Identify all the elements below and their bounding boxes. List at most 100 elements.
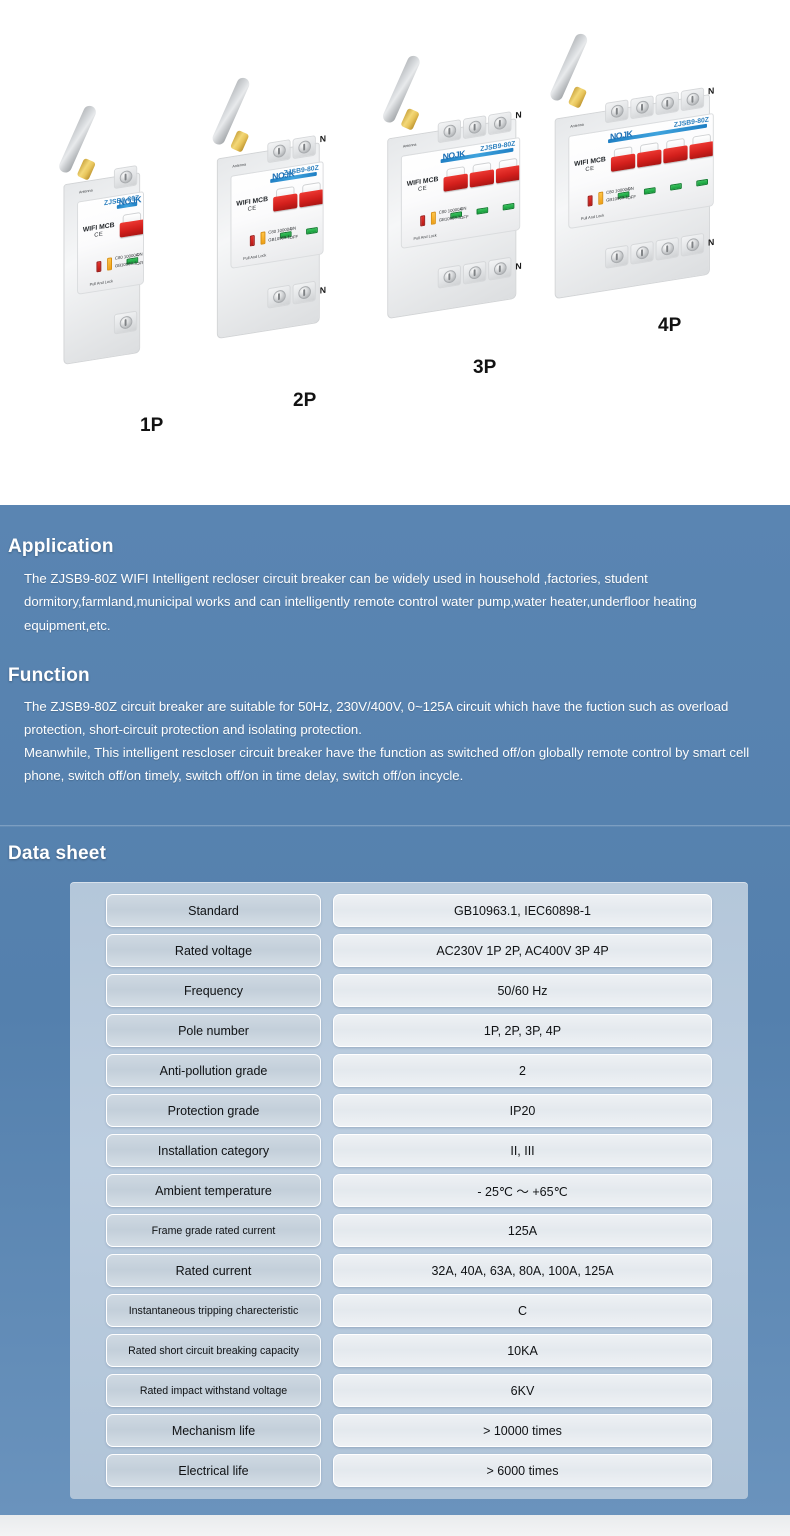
status-led-green [306,226,318,235]
product-showcase: NOJK ZJSB9-80Z WIFI MCB CE C80 10000A GB10963… [0,0,790,505]
toggle-switch[interactable] [469,161,495,204]
status-led-green [643,187,656,195]
reset-button[interactable] [587,195,593,207]
terminal-screw-block [113,310,138,335]
screw-icon [610,249,624,265]
toggle-lever[interactable] [299,189,324,208]
neutral-mark-top: N [515,109,522,121]
toggle-switch[interactable] [298,181,324,224]
terminal-screw-block [630,95,654,120]
test-button[interactable] [598,191,604,205]
toggle-switch[interactable] [636,141,662,184]
toggle-lever[interactable] [119,219,144,238]
reset-button[interactable] [249,235,255,247]
spec-label-cell: Rated voltage [106,934,321,967]
toggle-lever[interactable] [443,173,468,192]
terminal-screw-block [605,244,629,269]
pull-and-lock-label: Pull And Lock [243,252,267,261]
neutral-mark-bottom: N [319,284,327,296]
spec-label-cell: Frame grade rated current [106,1214,321,1247]
breaker-unit-3p: N NOJK ZJSB9-80Z WIFI MCB CE C80 10000A GB1096… [381,53,535,347]
spec-value-cell: > 6000 times [333,1454,712,1487]
spec-value-cell: II, III [333,1134,712,1167]
terminal-screw-block [267,284,291,309]
screw-icon [493,115,507,131]
terminal-screw-block [437,264,462,289]
printed-off-label: OFF [136,259,144,267]
terminal-screw-block [655,91,679,116]
breaker-body: N NOJK ZJSB9-80Z WIFI MCB CE C80 10000A GB1096… [387,108,522,331]
screw-icon [272,289,286,304]
screw-icon [686,237,699,253]
toggle-switch[interactable] [610,146,636,189]
toggle-switch[interactable] [689,133,714,176]
screw-icon [660,241,674,257]
screw-icon [468,265,481,281]
test-button[interactable] [260,231,266,245]
footer-strip [0,1515,790,1536]
toggle-lever[interactable] [689,141,714,160]
table-row: Rated impact withstand voltage 6KV [70,1374,748,1407]
test-button[interactable] [430,211,436,225]
test-button[interactable] [107,257,112,271]
terminal-screw-block [462,115,487,140]
table-row: Anti-pollution grade 2 [70,1054,748,1087]
screw-icon [468,119,481,135]
spec-value-cell: IP20 [333,1094,712,1127]
toggle-switch[interactable] [443,165,469,208]
screw-icon [686,92,699,107]
neutral-mark-top: N [707,85,715,97]
toggle-lever[interactable] [273,193,298,212]
application-body: The ZJSB9-80Z WIFI Intelligent recloser … [24,571,697,633]
terminal-screw-block [292,135,316,160]
spec-label-cell: Electrical life [106,1454,321,1487]
toggle-lever[interactable] [663,145,688,164]
toggle-lever-row[interactable] [443,157,521,208]
pull-and-lock-label: Pull And Lock [89,278,113,287]
toggle-lever[interactable] [637,149,662,168]
pole-label-3p: 3P [473,357,497,378]
spec-label-cell: Rated impact withstand voltage [106,1374,321,1407]
spec-value-cell: 2 [333,1054,712,1087]
toggle-lever[interactable] [469,169,494,188]
toggle-lever[interactable] [610,153,636,172]
datasheet-heading: Data sheet [8,843,107,864]
screw-icon [443,269,456,285]
spec-value-cell: 10KA [333,1334,712,1367]
breaker-body: NOJK ZJSB9-80Z WIFI MCB CE C80 10000A GB10963… [63,162,144,376]
screw-icon [635,245,649,261]
toggle-switch[interactable] [119,211,144,254]
product-datasheet-page: NOJK ZJSB9-80Z WIFI MCB CE C80 10000A GB10963… [0,0,790,1536]
datasheet-table: Standard GB10963.1, IEC60898-1 Rated volta… [70,882,748,1499]
table-row: Rated voltage AC230V 1P 2P, AC400V 3P 4P [70,934,748,967]
reset-button[interactable] [420,215,426,227]
table-row: Pole number 1P, 2P, 3P, 4P [70,1014,748,1047]
spec-value-cell: 1P, 2P, 3P, 4P [333,1014,712,1047]
terminal-screw-block [630,240,654,265]
table-row: Electrical life > 6000 times [70,1454,748,1487]
toggle-switch[interactable] [495,157,521,200]
breaker-unit-1p: NOJK ZJSB9-80Z WIFI MCB CE C80 10000A GB10963… [57,103,159,397]
breaker-body: N NOJK ZJSB9-80Z WIFI MCB CE C80 10000A GB1096… [554,84,715,311]
neutral-mark-top: N [319,133,327,145]
screw-icon [660,96,674,111]
spec-value-cell: 6KV [333,1374,712,1407]
table-row: Protection grade IP20 [70,1094,748,1127]
toggle-lever-row[interactable] [272,181,324,228]
toggle-switch[interactable] [662,137,688,180]
spec-label-cell: Protection grade [106,1094,321,1127]
screw-icon [443,123,456,139]
table-row: Rated current 32A, 40A, 63A, 80A, 100A, 1… [70,1254,748,1287]
printed-on-label: ON [460,205,467,212]
toggle-lever-row[interactable] [119,211,144,254]
printed-standard-text: GB10963.1 [438,214,461,223]
pole-label-1p: 1P [140,415,164,436]
reset-button[interactable] [96,260,102,273]
toggle-switch[interactable] [272,185,298,228]
spec-label-cell: Frequency [106,974,321,1007]
spec-label-cell: Ambient temperature [106,1174,321,1207]
status-led-green [696,178,708,187]
toggle-lever[interactable] [495,165,521,184]
spec-label-cell: Instantaneous tripping charecteristic [106,1294,321,1327]
pole-label-2p: 2P [293,390,317,411]
